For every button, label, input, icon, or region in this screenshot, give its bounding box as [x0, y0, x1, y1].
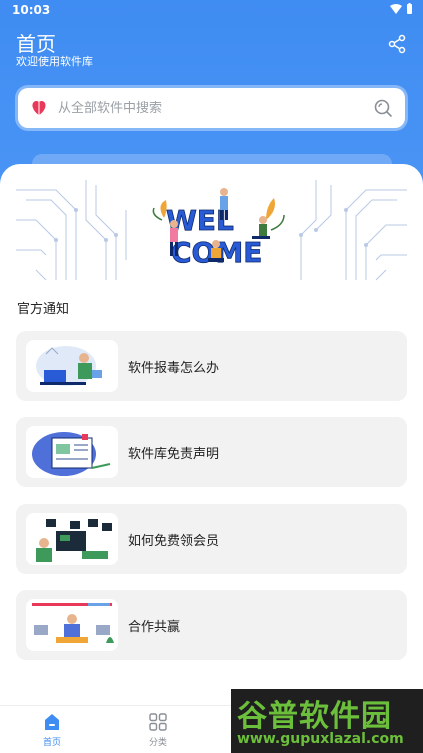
status-bar: 10:03	[0, 0, 423, 20]
site-watermark: 谷普软件园 www.gupuxlazal.com	[231, 689, 423, 753]
search-input[interactable]	[58, 100, 373, 116]
content-sheet: WEL COME 官方通知 软件报毒怎么办	[0, 164, 423, 724]
share-icon[interactable]	[387, 34, 407, 54]
notice-card-antivirus[interactable]: 软件报毒怎么办	[16, 331, 407, 401]
notice-thumb-image	[26, 513, 118, 565]
notice-thumb-image	[26, 426, 118, 478]
notice-label: 如何免费领会员	[128, 533, 220, 549]
welcome-banner[interactable]: WEL COME	[16, 180, 407, 284]
search-bar[interactable]	[18, 88, 405, 128]
notice-label: 合作共赢	[128, 619, 181, 635]
home-icon	[45, 714, 59, 730]
notice-label: 软件库免责声明	[128, 446, 220, 462]
wifi-icon	[390, 3, 402, 14]
tab-label: 首页	[42, 738, 61, 748]
notice-card-disclaimer[interactable]: 软件库免责声明	[16, 417, 407, 487]
watermark-brand: 谷普软件园	[237, 699, 392, 734]
notice-thumb-image	[26, 340, 118, 392]
grid-icon	[149, 713, 167, 731]
battery-icon	[407, 3, 412, 14]
status-icons	[390, 3, 413, 14]
status-time: 10:03	[12, 3, 51, 17]
notice-card-cooperation[interactable]: 合作共赢	[16, 590, 407, 660]
tab-home[interactable]: 首页	[22, 712, 82, 752]
page-subtitle: 欢迎使用软件库	[16, 55, 93, 68]
watermark-url: www.gupuxlazal.com	[237, 731, 404, 747]
notice-label: 软件报毒怎么办	[128, 360, 220, 376]
app-logo-icon	[32, 100, 46, 115]
tab-category[interactable]: 分类	[128, 712, 188, 752]
notice-thumb-image	[26, 599, 118, 651]
search-icon[interactable]	[373, 98, 393, 118]
section-title: 官方通知	[17, 302, 70, 317]
tab-label: 分类	[148, 738, 167, 748]
notice-card-membership[interactable]: 如何免费领会员	[16, 504, 407, 574]
